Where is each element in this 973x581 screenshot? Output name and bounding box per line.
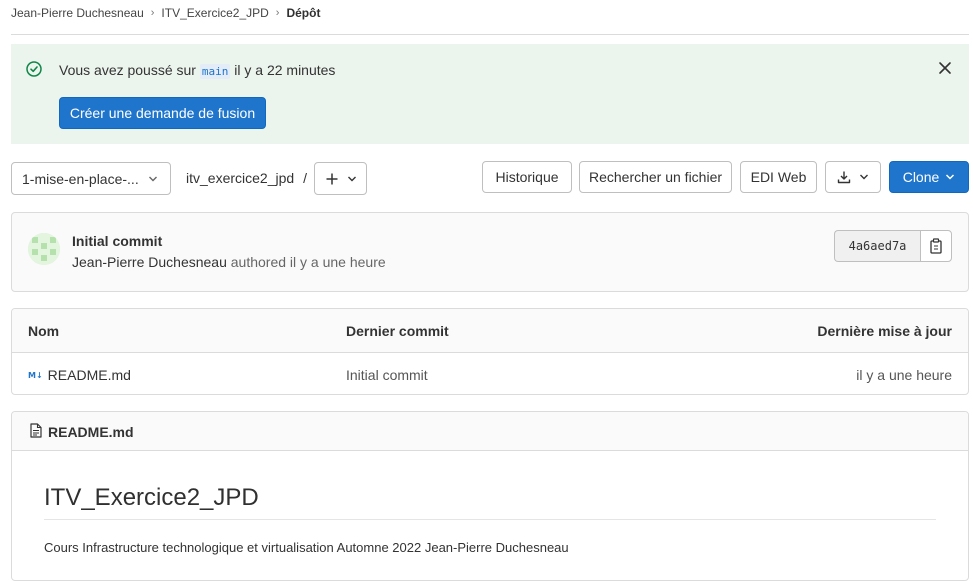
- add-to-tree-button[interactable]: [314, 162, 367, 195]
- alert-message-prefix: Vous avez poussé sur: [59, 62, 196, 78]
- commit-meta: Jean-Pierre Duchesneau authored il y a u…: [72, 254, 386, 270]
- readme-panel: README.md ITV_Exercice2_JPD Cours Infras…: [11, 411, 969, 581]
- readme-body: Cours Infrastructure technologique et vi…: [44, 540, 569, 555]
- chevron-down-icon: [946, 174, 955, 180]
- copy-sha-button[interactable]: [920, 230, 952, 262]
- file-name-cell[interactable]: M↓ README.md: [28, 367, 131, 383]
- chevron-right-icon: ›: [275, 7, 280, 19]
- repo-path-root[interactable]: itv_exercice2_jpd: [186, 170, 294, 186]
- history-button[interactable]: Historique: [482, 161, 572, 193]
- alert-message: Vous avez poussé sur main il y a 22 minu…: [59, 62, 336, 79]
- readme-header: README.md: [12, 412, 968, 451]
- clone-button-label: Clone: [902, 169, 940, 185]
- column-last-commit-header: Dernier commit: [346, 323, 449, 339]
- file-name[interactable]: README.md: [48, 367, 131, 383]
- chevron-right-icon: ›: [150, 7, 155, 19]
- download-icon: [837, 171, 851, 184]
- readme-title: ITV_Exercice2_JPD: [44, 484, 259, 511]
- breadcrumb: Jean-Pierre Duchesneau › ITV_Exercice2_J…: [11, 6, 320, 20]
- repo-path: itv_exercice2_jpd /: [186, 170, 307, 186]
- column-last-update-header: Dernière mise à jour: [817, 323, 952, 339]
- divider: [44, 519, 936, 520]
- commit-authored-time: authored il y a une heure: [230, 254, 386, 270]
- alert-message-suffix: il y a 22 minutes: [234, 62, 336, 78]
- chevron-down-icon: [860, 174, 868, 180]
- last-commit-panel: Initial commit Jean-Pierre Duchesneau au…: [11, 212, 969, 292]
- breadcrumb-current: Dépôt: [286, 6, 321, 20]
- push-alert: Vous avez poussé sur main il y a 22 minu…: [11, 44, 969, 144]
- path-separator: /: [303, 170, 307, 186]
- breadcrumb-user[interactable]: Jean-Pierre Duchesneau: [11, 6, 144, 20]
- alert-branch-name[interactable]: main: [199, 64, 231, 79]
- file-last-update: il y a une heure: [856, 367, 952, 383]
- table-header: Nom Dernier commit Dernière mise à jour: [12, 309, 968, 353]
- download-button[interactable]: [825, 161, 881, 193]
- identicon-icon: [28, 233, 60, 265]
- file-tree-table: Nom Dernier commit Dernière mise à jour …: [11, 308, 969, 395]
- commit-title[interactable]: Initial commit: [72, 233, 162, 249]
- chevron-down-icon: [347, 176, 356, 181]
- plus-icon: [326, 173, 337, 184]
- web-ide-button[interactable]: EDI Web: [740, 161, 817, 193]
- check-circle-icon: [26, 61, 42, 77]
- column-name-header: Nom: [28, 323, 60, 339]
- commit-sha[interactable]: 4a6aed7a: [834, 230, 920, 262]
- close-icon[interactable]: [938, 61, 952, 75]
- commit-sha-group: 4a6aed7a: [834, 230, 952, 262]
- chevron-down-icon: [149, 176, 157, 182]
- commit-author[interactable]: Jean-Pierre Duchesneau: [72, 254, 227, 270]
- copy-icon: [930, 238, 942, 254]
- create-merge-request-button[interactable]: Créer une demande de fusion: [59, 97, 266, 129]
- avatar[interactable]: [28, 233, 60, 265]
- file-last-commit[interactable]: Initial commit: [346, 367, 428, 383]
- markdown-file-icon: M↓: [28, 370, 43, 380]
- divider: [11, 34, 969, 35]
- clone-button[interactable]: Clone: [889, 161, 969, 193]
- readme-filename[interactable]: README.md: [48, 424, 134, 440]
- branch-selector-label: 1-mise-en-place-...: [22, 170, 139, 187]
- table-row[interactable]: M↓ README.md Initial commit il y a une h…: [12, 353, 968, 394]
- find-file-button[interactable]: Rechercher un fichier: [579, 161, 732, 193]
- branch-selector[interactable]: 1-mise-en-place-...: [11, 162, 171, 195]
- file-icon: [30, 423, 42, 438]
- breadcrumb-project[interactable]: ITV_Exercice2_JPD: [161, 6, 268, 20]
